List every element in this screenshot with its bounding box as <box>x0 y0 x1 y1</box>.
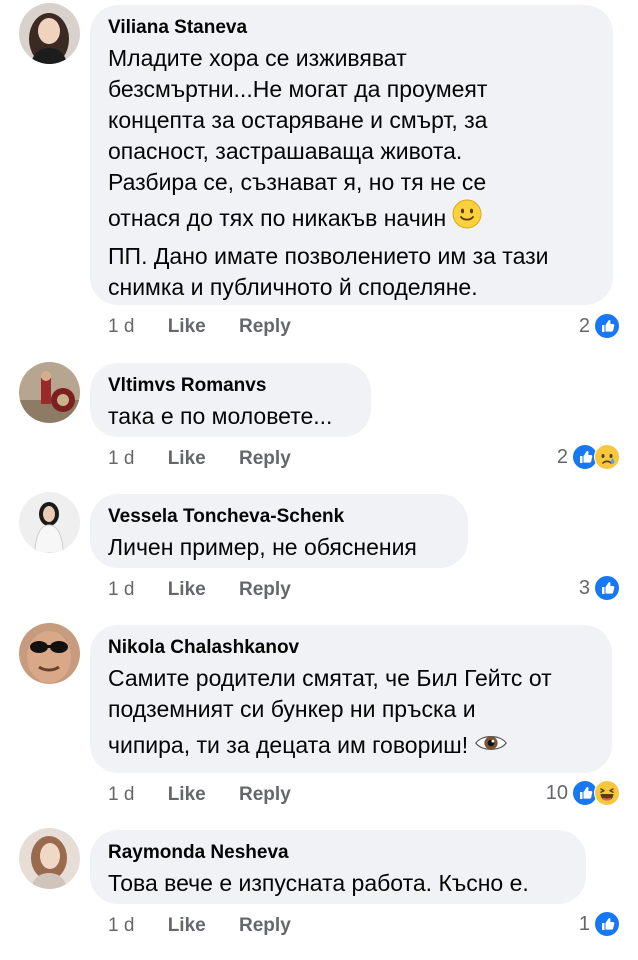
reply-button[interactable]: Reply <box>239 448 291 469</box>
avatar[interactable] <box>19 828 80 889</box>
comment-line: Младите хора се изживяват <box>108 45 407 71</box>
comment-actions: 1 d Like Reply <box>108 915 291 937</box>
comment-bubble: Nikola Chalashkanov Самите родители смят… <box>90 625 612 773</box>
comment-text: Това вече е изпусната работа. Късно е. <box>108 868 568 899</box>
timestamp[interactable]: 1 d <box>108 784 134 805</box>
reply-button[interactable]: Reply <box>239 915 291 936</box>
comment-author[interactable]: Nikola Chalashkanov <box>108 637 594 659</box>
like-button[interactable]: Like <box>168 784 206 805</box>
comment-line: безсмъртни...Не могат да проумеят <box>108 76 488 102</box>
like-icon <box>594 313 620 339</box>
avatar[interactable] <box>19 623 80 684</box>
reaction-summary[interactable]: 2 <box>579 312 620 340</box>
comment-author[interactable]: Viliana Staneva <box>108 17 595 39</box>
timestamp[interactable]: 1 d <box>108 915 134 936</box>
reaction-count: 3 <box>578 576 590 599</box>
reaction-count: 1 <box>578 912 590 935</box>
comment-line: Личен пример, не обяснения <box>108 534 417 560</box>
comment-bubble: Vltimvs Romanvs така е по моловете... <box>90 363 371 437</box>
reaction-count: 10 <box>545 781 568 804</box>
reaction-summary[interactable]: 3 <box>579 574 620 602</box>
like-icon <box>594 911 620 937</box>
comment-line: отнася до тях по никакъв начин <box>108 198 595 241</box>
like-button[interactable]: Like <box>168 915 206 936</box>
avatar[interactable] <box>19 492 80 553</box>
timestamp[interactable]: 1 d <box>108 448 134 469</box>
comment-bubble: Viliana Staneva Младите хора се изживява… <box>90 5 613 305</box>
like-button[interactable]: Like <box>168 579 206 600</box>
comment-actions: 1 d Like Reply <box>108 579 291 601</box>
comment-line: подземният си бункер ни пръска и <box>108 696 476 722</box>
reply-button[interactable]: Reply <box>239 784 291 805</box>
avatar[interactable] <box>19 3 80 64</box>
like-icon <box>594 575 620 601</box>
reaction-count: 2 <box>556 445 568 468</box>
comment-author[interactable]: Raymonda Nesheva <box>108 842 568 864</box>
comment-line: ПП. Дано имате позволението им за тази <box>108 242 549 269</box>
reply-button[interactable]: Reply <box>239 316 291 337</box>
reaction-summary[interactable]: 1 <box>579 910 620 938</box>
comment-line: Това вече е изпусната работа. Късно е. <box>108 870 529 896</box>
reaction-count: 2 <box>578 314 590 337</box>
comment-text: Самите родители смятат, че Бил Гейтс от … <box>108 663 594 767</box>
comment-line: чипира, ти за децата им говориш! <box>108 725 594 767</box>
comment-line: снимка и публичното й споделяне. <box>108 273 478 300</box>
comment-text: така е по моловете... <box>108 401 353 432</box>
comment-bubble: Vessela Toncheva-Schenk Личен пример, не… <box>90 494 468 568</box>
reply-button[interactable]: Reply <box>239 579 291 600</box>
slight-smile-emoji-icon <box>452 199 482 241</box>
comment-line: опасност, застрашаваща живота. <box>108 138 463 164</box>
comment-author[interactable]: Vessela Toncheva-Schenk <box>108 506 450 528</box>
timestamp[interactable]: 1 d <box>108 316 134 337</box>
avatar[interactable] <box>19 362 80 423</box>
comment-actions: 1 d Like Reply <box>108 448 291 470</box>
comment-actions: 1 d Like Reply <box>108 784 291 806</box>
comment-line: така е по моловете... <box>108 403 333 429</box>
comment-line: Самите родители смятат, че Бил Гейтс от <box>108 665 552 691</box>
timestamp[interactable]: 1 d <box>108 579 134 600</box>
haha-icon <box>594 780 620 806</box>
eye-emoji-icon <box>474 727 508 767</box>
comment-line: Разбира се, съзнават я, но тя не се <box>108 169 487 195</box>
like-button[interactable]: Like <box>168 448 206 469</box>
reaction-summary[interactable]: 10 <box>546 779 620 807</box>
comment-text: Младите хора се изживяват безсмъртни...Н… <box>108 43 595 303</box>
like-button[interactable]: Like <box>168 316 206 337</box>
comment-text: Личен пример, не обяснения <box>108 532 450 563</box>
sad-icon <box>594 444 620 470</box>
comment-line-text: чипира, ти за децата им говориш! <box>108 732 469 758</box>
comment-line-text: отнася до тях по никакъв начин <box>108 205 447 231</box>
comment-bubble: Raymonda Nesheva Това вече е изпусната р… <box>90 830 586 904</box>
comment-actions: 1 d Like Reply <box>108 316 291 338</box>
comment-line: концепта за остаряване и смърт, за <box>108 107 488 133</box>
comment-author[interactable]: Vltimvs Romanvs <box>108 375 353 397</box>
reaction-summary[interactable]: 2 <box>557 443 620 471</box>
